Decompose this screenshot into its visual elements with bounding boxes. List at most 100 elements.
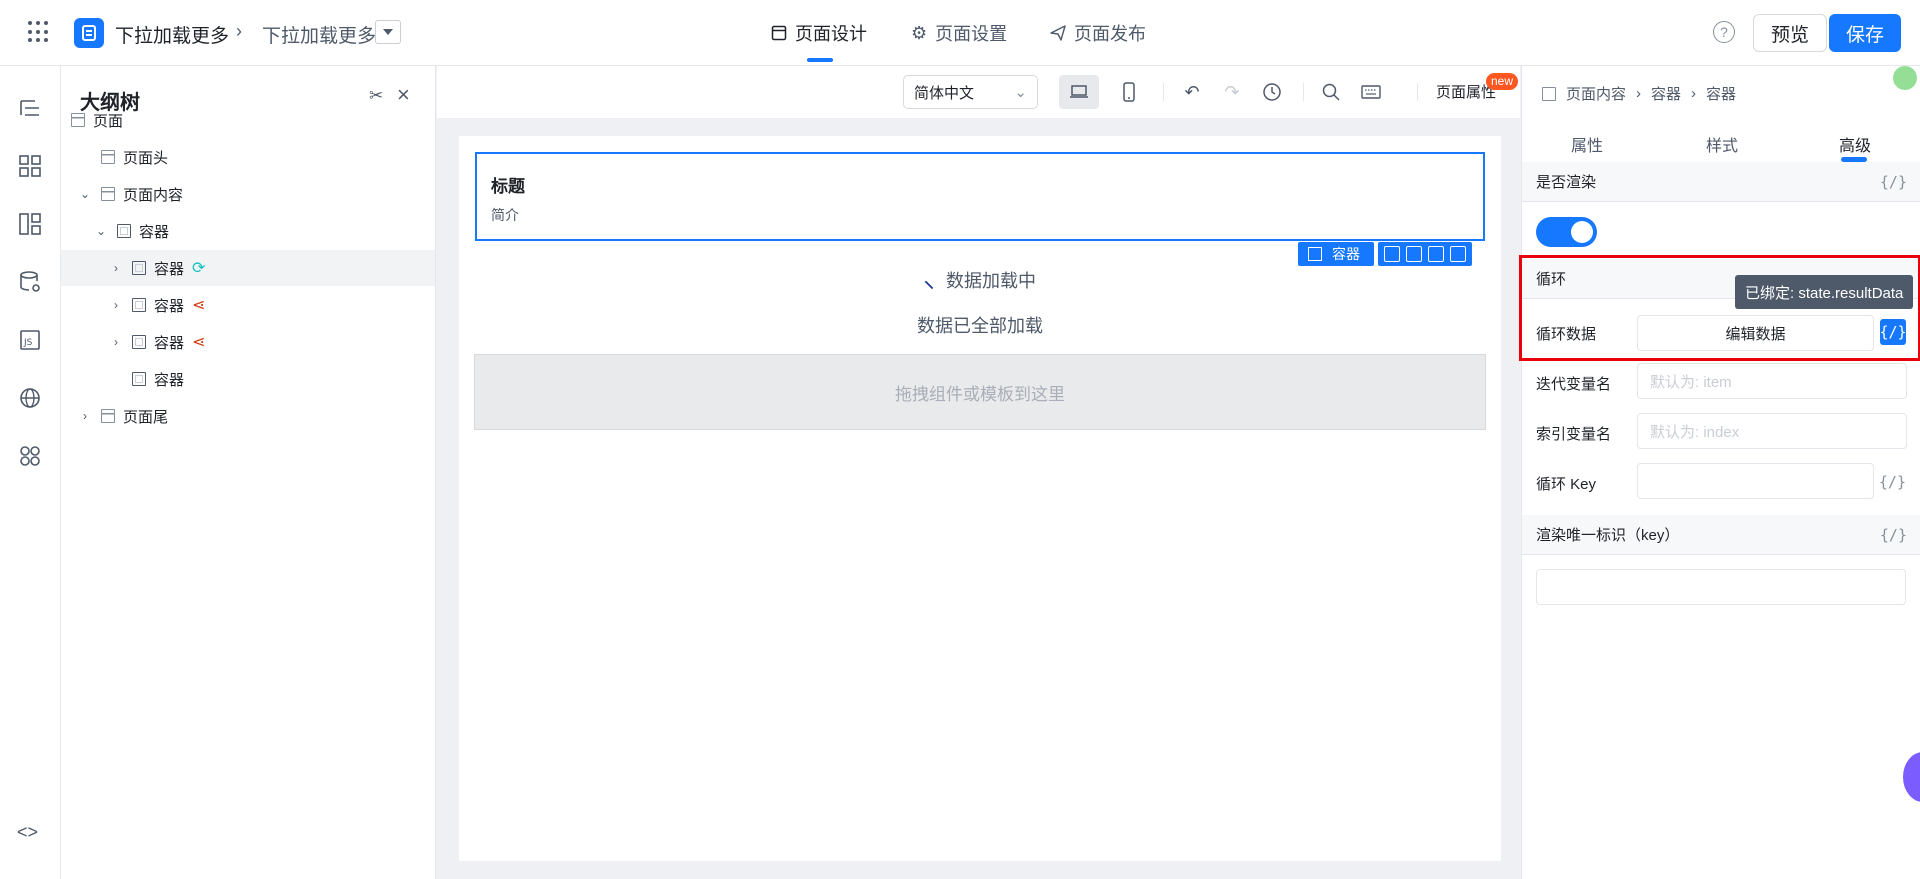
globe-icon[interactable] <box>18 386 42 410</box>
undo-button[interactable]: ↶ <box>1172 75 1212 109</box>
loaded-all-text: 数据已全部加载 <box>917 316 1043 336</box>
tree-node-container-branch[interactable]: › 容器 ⋖ <box>61 287 435 323</box>
unique-key-input[interactable] <box>1536 569 1906 605</box>
chevron-down-icon: ⌄ <box>1014 84 1027 101</box>
keyboard-button[interactable] <box>1351 75 1391 109</box>
selected-label-text: 容器 <box>1332 246 1360 262</box>
tab-page-settings-label: 页面设置 <box>935 24 1008 44</box>
redo-button[interactable]: ↷ <box>1212 75 1252 109</box>
js-icon[interactable]: JS <box>18 328 42 352</box>
properties-panel: 页面内容 › 容器 › 容器 属性 样式 高级 是否渲染 {/} 循环 循环数据… <box>1519 66 1920 879</box>
add-icon[interactable] <box>1406 246 1422 262</box>
selected-component-label[interactable]: 容器 <box>1298 242 1374 266</box>
outline-tree-icon[interactable] <box>18 96 42 120</box>
container-icon <box>1542 86 1556 101</box>
drop-zone[interactable]: 拖拽组件或模板到这里 <box>474 354 1486 430</box>
container-icon <box>132 261 146 275</box>
index-var-input[interactable]: 默认为: index <box>1637 413 1907 449</box>
page-footer-icon <box>101 409 115 423</box>
desktop-view-button[interactable] <box>1059 75 1099 109</box>
preview-button[interactable]: 预览 <box>1753 14 1827 52</box>
variable-bind-icon[interactable]: {/} <box>1879 473 1906 491</box>
help-icon[interactable]: ? <box>1713 21 1735 43</box>
tab-page-publish-label: 页面发布 <box>1074 24 1146 44</box>
selected-container[interactable]: 标题 简介 <box>475 152 1485 241</box>
tree-node-label: 容器 <box>154 371 185 389</box>
chevron-right-icon: › <box>1691 85 1697 102</box>
tab-page-publish[interactable]: 页面发布 <box>1050 20 1146 46</box>
laptop-icon <box>1070 85 1088 98</box>
container-icon <box>117 224 131 238</box>
language-select[interactable]: 简体中文 ⌄ <box>903 75 1038 109</box>
tree-node-container[interactable]: ⌄ 容器 <box>61 213 435 249</box>
delete-icon[interactable] <box>1450 246 1466 262</box>
spinner-icon: ⸜ <box>924 270 934 292</box>
svg-text:JS: JS <box>23 338 33 348</box>
edit-data-button[interactable]: 编辑数据 <box>1637 315 1874 351</box>
selection-actions <box>1378 242 1472 266</box>
tab-styles[interactable]: 样式 <box>1706 132 1738 156</box>
tree-node-container-branch[interactable]: › 容器 ⋖ <box>61 324 435 360</box>
tab-properties[interactable]: 属性 <box>1571 132 1603 156</box>
status-avatar <box>1893 66 1917 90</box>
variable-bind-icon[interactable]: {/} <box>1880 173 1907 191</box>
tree-node-container-loop[interactable]: › 容器 ⟳ <box>61 250 435 286</box>
breadcrumb-item[interactable]: 页面内容 <box>1566 83 1626 104</box>
tree-node-page-content[interactable]: ⌄ 页面内容 <box>61 176 435 212</box>
tree-node-label: 容器 <box>154 260 185 278</box>
save-button[interactable]: 保存 <box>1829 14 1901 52</box>
tab-advanced[interactable]: 高级 <box>1839 132 1871 156</box>
layout-template-icon[interactable] <box>18 212 42 236</box>
tree-node-page[interactable]: 页面 <box>61 102 435 138</box>
loop-icon: ⟳ <box>192 260 206 277</box>
page-content-icon <box>101 187 115 201</box>
select-parent-icon[interactable] <box>1384 246 1400 262</box>
top-bar: 下拉加载更多 › 下拉加载更多 页面设计 ⚙ 页面设置 页面发布 ? 预览 保存 <box>0 0 1920 66</box>
copy-icon[interactable] <box>1428 246 1444 262</box>
data-source-icon[interactable] <box>18 270 42 294</box>
search-button[interactable] <box>1311 75 1351 109</box>
send-icon <box>1050 25 1066 41</box>
clock-icon <box>1263 83 1281 101</box>
chevron-right-icon[interactable]: › <box>78 409 92 423</box>
iter-var-input[interactable]: 默认为: item <box>1637 363 1907 399</box>
variable-bind-icon[interactable]: {/} <box>1879 319 1907 345</box>
tree-node-label: 页面 <box>93 112 124 130</box>
code-icon[interactable]: <> <box>17 822 38 843</box>
mobile-view-button[interactable] <box>1109 75 1149 109</box>
history-button[interactable] <box>1252 75 1292 109</box>
layout-icon <box>771 25 787 41</box>
chevron-right-icon[interactable]: › <box>109 261 123 275</box>
divider <box>1163 83 1164 101</box>
tree-node-page-footer[interactable]: › 页面尾 <box>61 398 435 434</box>
page-name[interactable]: 下拉加载更多 <box>262 21 376 48</box>
mobile-icon <box>1123 82 1135 102</box>
section-unique-key: 渲染唯一标识（key） {/} <box>1522 515 1920 555</box>
app-name[interactable]: 下拉加载更多 <box>115 21 229 48</box>
plugins-icon[interactable] <box>18 444 42 468</box>
chevron-down-icon[interactable]: ⌄ <box>94 224 108 238</box>
container-icon <box>132 372 146 386</box>
tree-node-page-header[interactable]: 页面头 <box>61 139 435 175</box>
breadcrumb-item[interactable]: 容器 <box>1651 83 1681 104</box>
loading-indicator: ⸜ 数据加载中 <box>459 266 1501 293</box>
tab-page-settings[interactable]: ⚙ 页面设置 <box>911 20 1007 46</box>
page-dropdown-button[interactable] <box>375 20 401 44</box>
page-icon <box>71 113 85 127</box>
variable-bind-icon[interactable]: {/} <box>1880 526 1907 544</box>
loop-key-input[interactable] <box>1637 463 1874 499</box>
left-icon-rail: JS <> <box>0 66 61 879</box>
breadcrumb-item[interactable]: 容器 <box>1706 83 1736 104</box>
chevron-right-icon[interactable]: › <box>109 298 123 312</box>
outline-panel: 大纲树 ✂ × 页面 页面头 ⌄ 页面内容 ⌄ 容器 › 容器 ⟳ › 容器 ⋖… <box>61 66 436 879</box>
page-preview: 标题 简介 容器 ⸜ 数据加载中 数据已全部加载 拖拽组件或模板到这里 <box>459 136 1501 861</box>
chevron-down-icon[interactable]: ⌄ <box>78 187 92 201</box>
apps-grid-icon[interactable] <box>28 21 50 43</box>
tree-node-label: 容器 <box>154 334 185 352</box>
chevron-right-icon[interactable]: › <box>109 335 123 349</box>
tab-page-design[interactable]: 页面设计 <box>771 20 867 46</box>
tree-node-container[interactable]: 容器 <box>61 361 435 397</box>
chevron-right-icon: › <box>236 21 242 41</box>
components-icon[interactable] <box>18 154 42 178</box>
render-toggle[interactable] <box>1536 217 1597 247</box>
